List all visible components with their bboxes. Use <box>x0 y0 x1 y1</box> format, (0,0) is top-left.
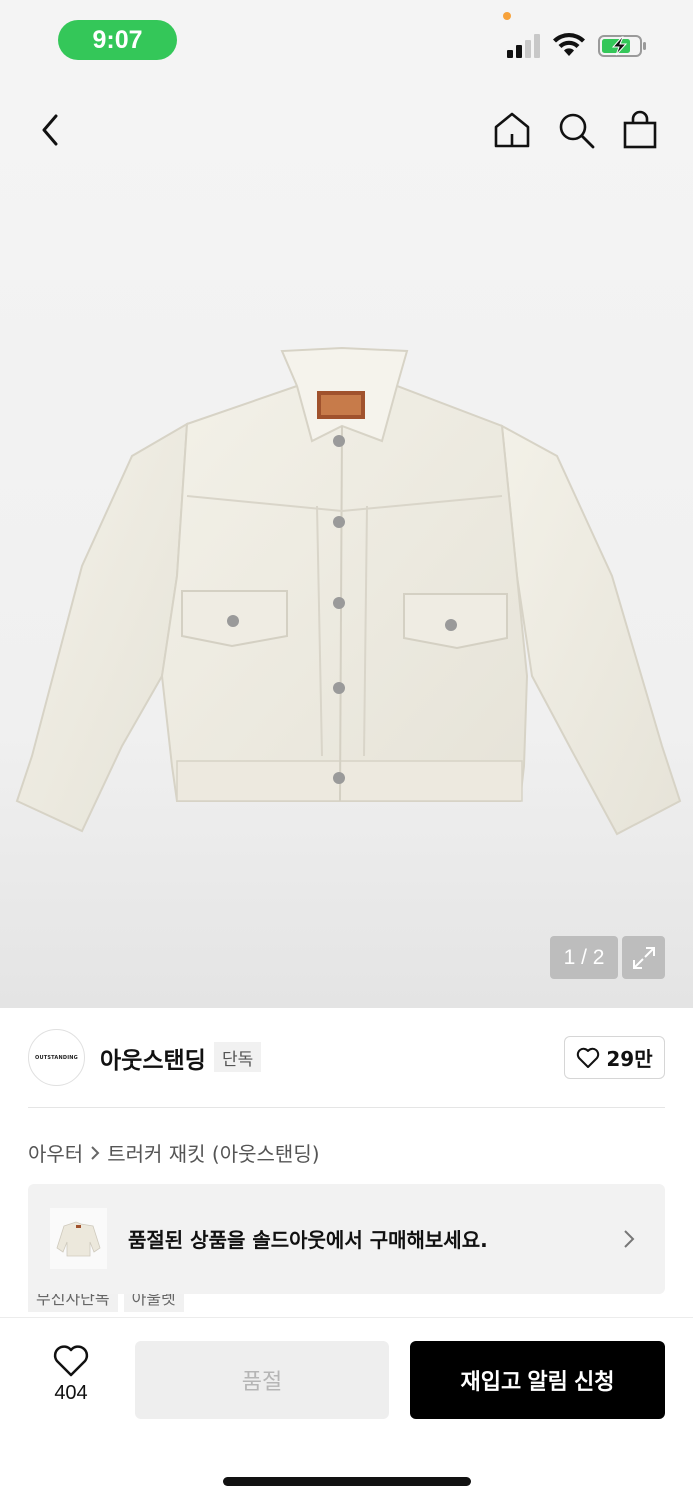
status-bar: 9:07 <box>0 0 693 80</box>
brand-like-count: 29만 <box>606 1047 653 1071</box>
restock-alert-button[interactable]: 재입고 알림 신청 <box>410 1341 665 1419</box>
banner-thumbnail <box>50 1208 107 1269</box>
chevron-left-icon[interactable] <box>34 110 66 150</box>
breadcrumb-product[interactable]: 트러커 재킷 (아웃스탠딩) <box>107 1138 319 1167</box>
heart-icon <box>53 1345 89 1377</box>
home-icon[interactable] <box>492 110 532 150</box>
product-jacket-image <box>15 346 682 836</box>
wishlist-count: 404 <box>54 1382 88 1404</box>
status-time: 9:07 <box>58 20 177 60</box>
image-page-counter: 1 / 2 <box>550 936 618 979</box>
chevron-right-icon <box>624 1230 635 1248</box>
chevron-right-icon <box>91 1145 100 1160</box>
breadcrumb: 아우터 트러커 재킷 (아웃스탠딩) <box>28 1138 320 1167</box>
wishlist-button[interactable]: 404 <box>40 1344 102 1424</box>
expand-icon <box>632 946 655 969</box>
product-image-gallery[interactable]: 1 / 2 <box>0 80 693 1008</box>
banner-message: 품절된 상품을 솔드아웃에서 구매해보세요. <box>128 1228 488 1252</box>
expand-image-button[interactable] <box>622 936 665 979</box>
bottom-action-bar: 404 품절 재입고 알림 신청 <box>0 1317 693 1500</box>
brand-logo-text: OUTSTANDING <box>35 1054 78 1061</box>
breadcrumb-category[interactable]: 아우터 <box>28 1138 83 1167</box>
divider <box>28 1107 665 1108</box>
exclusive-badge: 단독 <box>214 1042 262 1072</box>
brand-logo[interactable]: OUTSTANDING <box>28 1029 85 1086</box>
privacy-indicator-dot <box>503 12 511 20</box>
heart-icon <box>577 1047 600 1068</box>
soldout-resell-banner[interactable]: 품절된 상품을 솔드아웃에서 구매해보세요. <box>28 1184 665 1294</box>
brand-name[interactable]: 아웃스탠딩 <box>100 1041 206 1075</box>
cellular-signal-icon <box>507 34 540 58</box>
home-indicator[interactable] <box>223 1477 471 1486</box>
soldout-button: 품절 <box>135 1341 389 1419</box>
search-icon[interactable] <box>556 110 596 150</box>
wifi-icon <box>553 33 585 56</box>
brand-row: OUTSTANDING 아웃스탠딩 단독 29만 <box>28 1029 665 1087</box>
battery-charging-icon <box>598 35 646 57</box>
shopping-bag-icon[interactable] <box>620 110 660 150</box>
brand-like-button[interactable]: 29만 <box>564 1036 665 1079</box>
